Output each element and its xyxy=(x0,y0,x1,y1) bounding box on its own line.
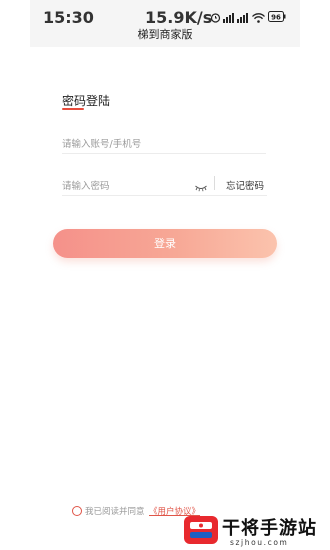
login-section-title: 密码登陆 xyxy=(62,94,111,108)
battery-level: 96 xyxy=(271,13,281,21)
login-screen: 15:30 15.9K/s 96 梯到商家版 密码登陆 请输入账号/手机号 请输… xyxy=(0,0,330,550)
page-title: 梯到商家版 xyxy=(137,28,193,41)
password-placeholder: 请输入密码 xyxy=(62,181,110,192)
signal-icon xyxy=(223,8,235,27)
account-input[interactable]: 请输入账号/手机号 xyxy=(62,131,266,154)
agreement-checkbox[interactable] xyxy=(72,506,82,516)
field-divider xyxy=(214,176,215,190)
watermark-name: 干将手游站 xyxy=(222,518,317,539)
password-input[interactable]: 请输入密码 忘记密码 xyxy=(62,173,267,196)
watermark-logo-icon xyxy=(184,514,218,550)
alarm-icon xyxy=(210,8,221,27)
wifi-icon xyxy=(252,8,265,27)
signal-icon xyxy=(237,8,249,27)
title-underline xyxy=(62,108,84,110)
status-time: 15:30 xyxy=(43,8,94,27)
battery-icon: 96 xyxy=(268,7,286,26)
watermark: 干将手游站 szjhou.com xyxy=(182,510,330,550)
login-button[interactable]: 登录 xyxy=(53,229,277,258)
network-speed: 15.9K/s xyxy=(145,8,213,27)
forgot-password-link[interactable]: 忘记密码 xyxy=(226,178,264,192)
account-placeholder: 请输入账号/手机号 xyxy=(62,139,142,150)
password-visibility-toggle-icon[interactable] xyxy=(195,177,207,196)
watermark-url: szjhou.com xyxy=(230,538,289,547)
agreement-text: 我已阅读并同意 xyxy=(85,507,145,517)
